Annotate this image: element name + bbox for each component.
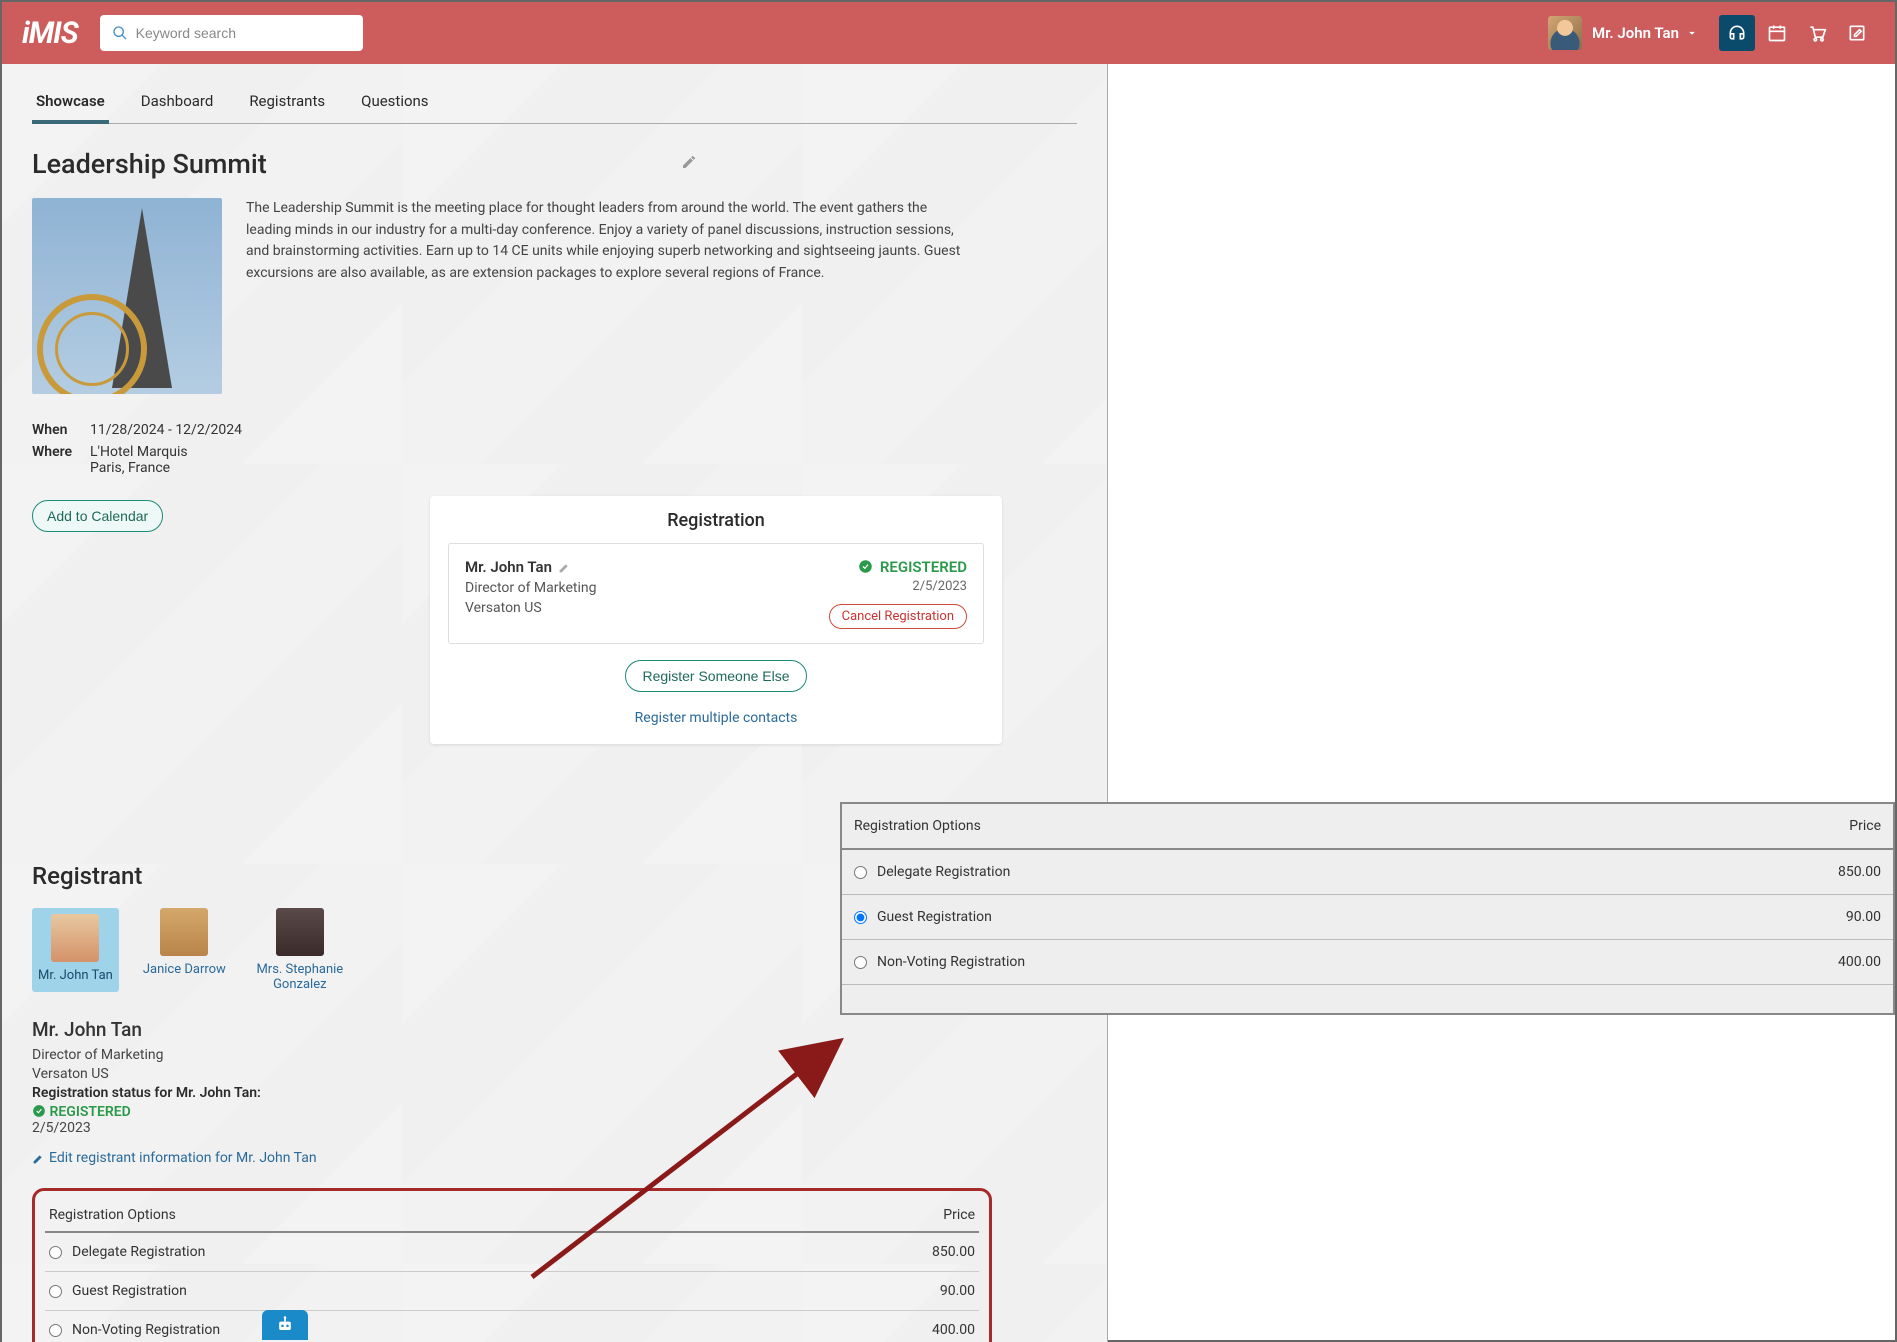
- option-price: 400.00: [932, 1322, 975, 1338]
- option-price: 850.00: [1838, 864, 1881, 880]
- registrant-name: Mrs. Stephanie Gonzalez: [250, 962, 350, 992]
- chat-fab[interactable]: [262, 1310, 308, 1340]
- option-price: 90.00: [940, 1283, 975, 1299]
- add-to-calendar-button[interactable]: Add to Calendar: [32, 500, 163, 532]
- search-box[interactable]: [100, 15, 363, 51]
- reg-org: Versaton US: [465, 600, 829, 616]
- option-row[interactable]: Non-Voting Registration 400.00: [842, 940, 1893, 985]
- registrant-detail-name: Mr. John Tan: [32, 1018, 1077, 1041]
- page-title: Leadership Summit: [32, 148, 267, 180]
- topbar: iMIS Mr. John Tan: [2, 2, 1895, 64]
- registration-options-popout: Registration Options Price Delegate Regi…: [840, 802, 1895, 1015]
- options-heading: Registration Options: [49, 1207, 943, 1223]
- user-name: Mr. John Tan: [1592, 24, 1679, 42]
- search-input[interactable]: [136, 25, 351, 41]
- avatar: [51, 914, 99, 962]
- option-radio[interactable]: [49, 1285, 62, 1298]
- reg-date: 2/5/2023: [829, 579, 967, 594]
- option-row[interactable]: Non-Voting Registration 400.00: [45, 1311, 979, 1342]
- register-multiple-link[interactable]: Register multiple contacts: [430, 702, 1002, 744]
- option-row[interactable]: Delegate Registration 850.00: [45, 1233, 979, 1272]
- reg-name: Mr. John Tan: [465, 558, 552, 576]
- tab-dashboard[interactable]: Dashboard: [137, 84, 218, 123]
- registrant-status-label: Registration status for Mr. John Tan:: [32, 1085, 1077, 1101]
- event-image: [32, 198, 222, 394]
- option-radio[interactable]: [854, 866, 867, 879]
- option-label: Delegate Registration: [72, 1244, 932, 1260]
- when-value: 11/28/2024 - 12/2/2024: [90, 422, 242, 438]
- registration-card-title: Registration: [430, 496, 1002, 543]
- registrant-chip-john[interactable]: Mr. John Tan: [32, 908, 119, 992]
- where-line1: L'Hotel Marquis: [90, 444, 188, 460]
- registration-card: Registration Mr. John Tan Director of Ma…: [430, 496, 1002, 744]
- option-price: 850.00: [932, 1244, 975, 1260]
- headset-icon[interactable]: [1719, 15, 1755, 51]
- option-label: Non-Voting Registration: [72, 1322, 932, 1338]
- option-row[interactable]: Guest Registration 90.00: [842, 895, 1893, 940]
- option-radio[interactable]: [49, 1324, 62, 1337]
- option-radio[interactable]: [854, 956, 867, 969]
- registrant-detail-role: Director of Marketing: [32, 1047, 1077, 1063]
- tab-showcase[interactable]: Showcase: [32, 84, 109, 124]
- robot-icon: [272, 1315, 298, 1335]
- avatar: [276, 908, 324, 956]
- price-heading: Price: [1849, 818, 1881, 834]
- reg-status: REGISTERED: [829, 558, 967, 576]
- registrant-detail-org: Versaton US: [32, 1066, 1077, 1082]
- search-icon: [112, 25, 128, 41]
- option-row[interactable]: Delegate Registration 850.00: [842, 850, 1893, 895]
- edit-note-icon[interactable]: [1839, 15, 1875, 51]
- tab-registrants[interactable]: Registrants: [245, 84, 329, 123]
- option-label: Guest Registration: [877, 909, 1846, 925]
- avatar: [160, 908, 208, 956]
- register-someone-else-button[interactable]: Register Someone Else: [625, 660, 806, 692]
- registrant-status: REGISTERED: [32, 1104, 1077, 1120]
- user-menu[interactable]: Mr. John Tan: [1548, 16, 1699, 50]
- registrant-name: Janice Darrow: [143, 962, 226, 977]
- when-label: When: [32, 422, 90, 438]
- pencil-icon[interactable]: [558, 561, 571, 574]
- reg-role: Director of Marketing: [465, 580, 829, 596]
- registration-options-panel: Registration Options Price Delegate Regi…: [32, 1188, 992, 1342]
- event-description: The Leadership Summit is the meeting pla…: [246, 198, 966, 394]
- registrant-name: Mr. John Tan: [38, 968, 113, 983]
- cart-icon[interactable]: [1799, 15, 1835, 51]
- chevron-down-icon: [1685, 26, 1699, 40]
- option-label: Non-Voting Registration: [877, 954, 1838, 970]
- tab-row: Showcase Dashboard Registrants Questions: [32, 64, 1077, 124]
- logo: iMIS: [22, 16, 78, 51]
- option-radio[interactable]: [854, 911, 867, 924]
- option-price: 90.00: [1846, 909, 1881, 925]
- option-label: Delegate Registration: [877, 864, 1838, 880]
- edit-event-icon[interactable]: [681, 154, 697, 174]
- option-radio[interactable]: [49, 1246, 62, 1259]
- check-circle-icon: [32, 1104, 46, 1118]
- option-row[interactable]: Guest Registration 90.00: [45, 1272, 979, 1311]
- option-price: 400.00: [1838, 954, 1881, 970]
- options-heading: Registration Options: [854, 818, 1849, 834]
- calendar-icon[interactable]: [1759, 15, 1795, 51]
- registrant-chip-stephanie[interactable]: Mrs. Stephanie Gonzalez: [250, 908, 350, 992]
- price-heading: Price: [943, 1207, 975, 1223]
- cancel-registration-button[interactable]: Cancel Registration: [829, 604, 967, 629]
- check-circle-icon: [858, 559, 873, 574]
- tab-questions[interactable]: Questions: [357, 84, 432, 123]
- user-avatar: [1548, 16, 1582, 50]
- edit-registrant-link[interactable]: Edit registrant information for Mr. John…: [32, 1150, 1077, 1166]
- pencil-icon: [32, 1152, 45, 1165]
- where-label: Where: [32, 444, 90, 476]
- option-label: Guest Registration: [72, 1283, 940, 1299]
- registrant-status-date: 2/5/2023: [32, 1120, 1077, 1136]
- registrant-chip-janice[interactable]: Janice Darrow: [143, 908, 226, 992]
- where-line2: Paris, France: [90, 460, 188, 476]
